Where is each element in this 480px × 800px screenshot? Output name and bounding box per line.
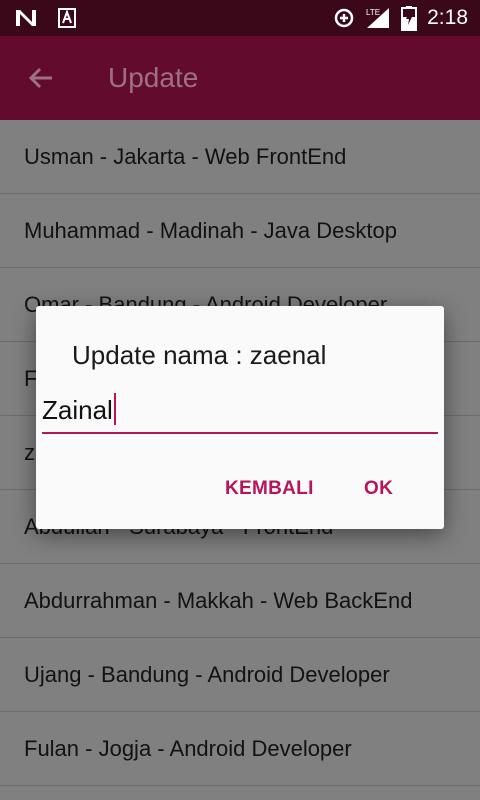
status-bar: LTE 2:18 [0, 0, 480, 36]
text-cursor [113, 393, 116, 425]
page-title: Update [108, 62, 199, 93]
app-bar: Update [0, 36, 480, 120]
svg-text:LTE: LTE [366, 8, 380, 17]
update-dialog: Update nama : zaenal Zainal KEMBALI OK [36, 306, 444, 529]
list-item[interactable]: Muhammad - Madinah - Java Desktop [0, 194, 480, 268]
list-item-label: Usman - Jakarta - Web FrontEnd [24, 144, 347, 169]
kembali-button[interactable]: KEMBALI [225, 478, 314, 500]
clock: 2:18 [427, 6, 468, 29]
ok-button[interactable]: OK [364, 478, 393, 500]
list-item[interactable]: Ujang - Bandung - Android Developer [0, 638, 480, 712]
battery-icon [401, 6, 418, 31]
arrow-back-icon[interactable] [26, 62, 58, 94]
notification-icons [14, 8, 76, 28]
list-item[interactable]: Abdurrahman - Makkah - Web BackEnd [0, 564, 480, 638]
list-item[interactable]: Usman - Jakarta - Web FrontEnd [0, 120, 480, 194]
system-icons: LTE 2:18 [333, 0, 468, 36]
n-notification-icon [16, 10, 36, 26]
list-item-label: Abdurrahman - Makkah - Web BackEnd [24, 588, 413, 613]
list-item-label: z [24, 440, 35, 465]
signal-icon: LTE [366, 8, 390, 28]
name-input-value: Zainal [42, 395, 113, 425]
list-item-label: Fulan - Jogja - Android Developer [24, 736, 352, 761]
list-item[interactable]: Fulan - Jogja - Android Developer [0, 712, 480, 786]
a-notification-icon [58, 8, 76, 28]
name-input[interactable]: Zainal [42, 392, 438, 434]
dialog-title: Update nama : zaenal [72, 340, 327, 370]
list-item-label: Ujang - Bandung - Android Developer [24, 662, 390, 687]
list-item-label: Muhammad - Madinah - Java Desktop [24, 218, 397, 243]
data-saver-icon [334, 8, 354, 28]
